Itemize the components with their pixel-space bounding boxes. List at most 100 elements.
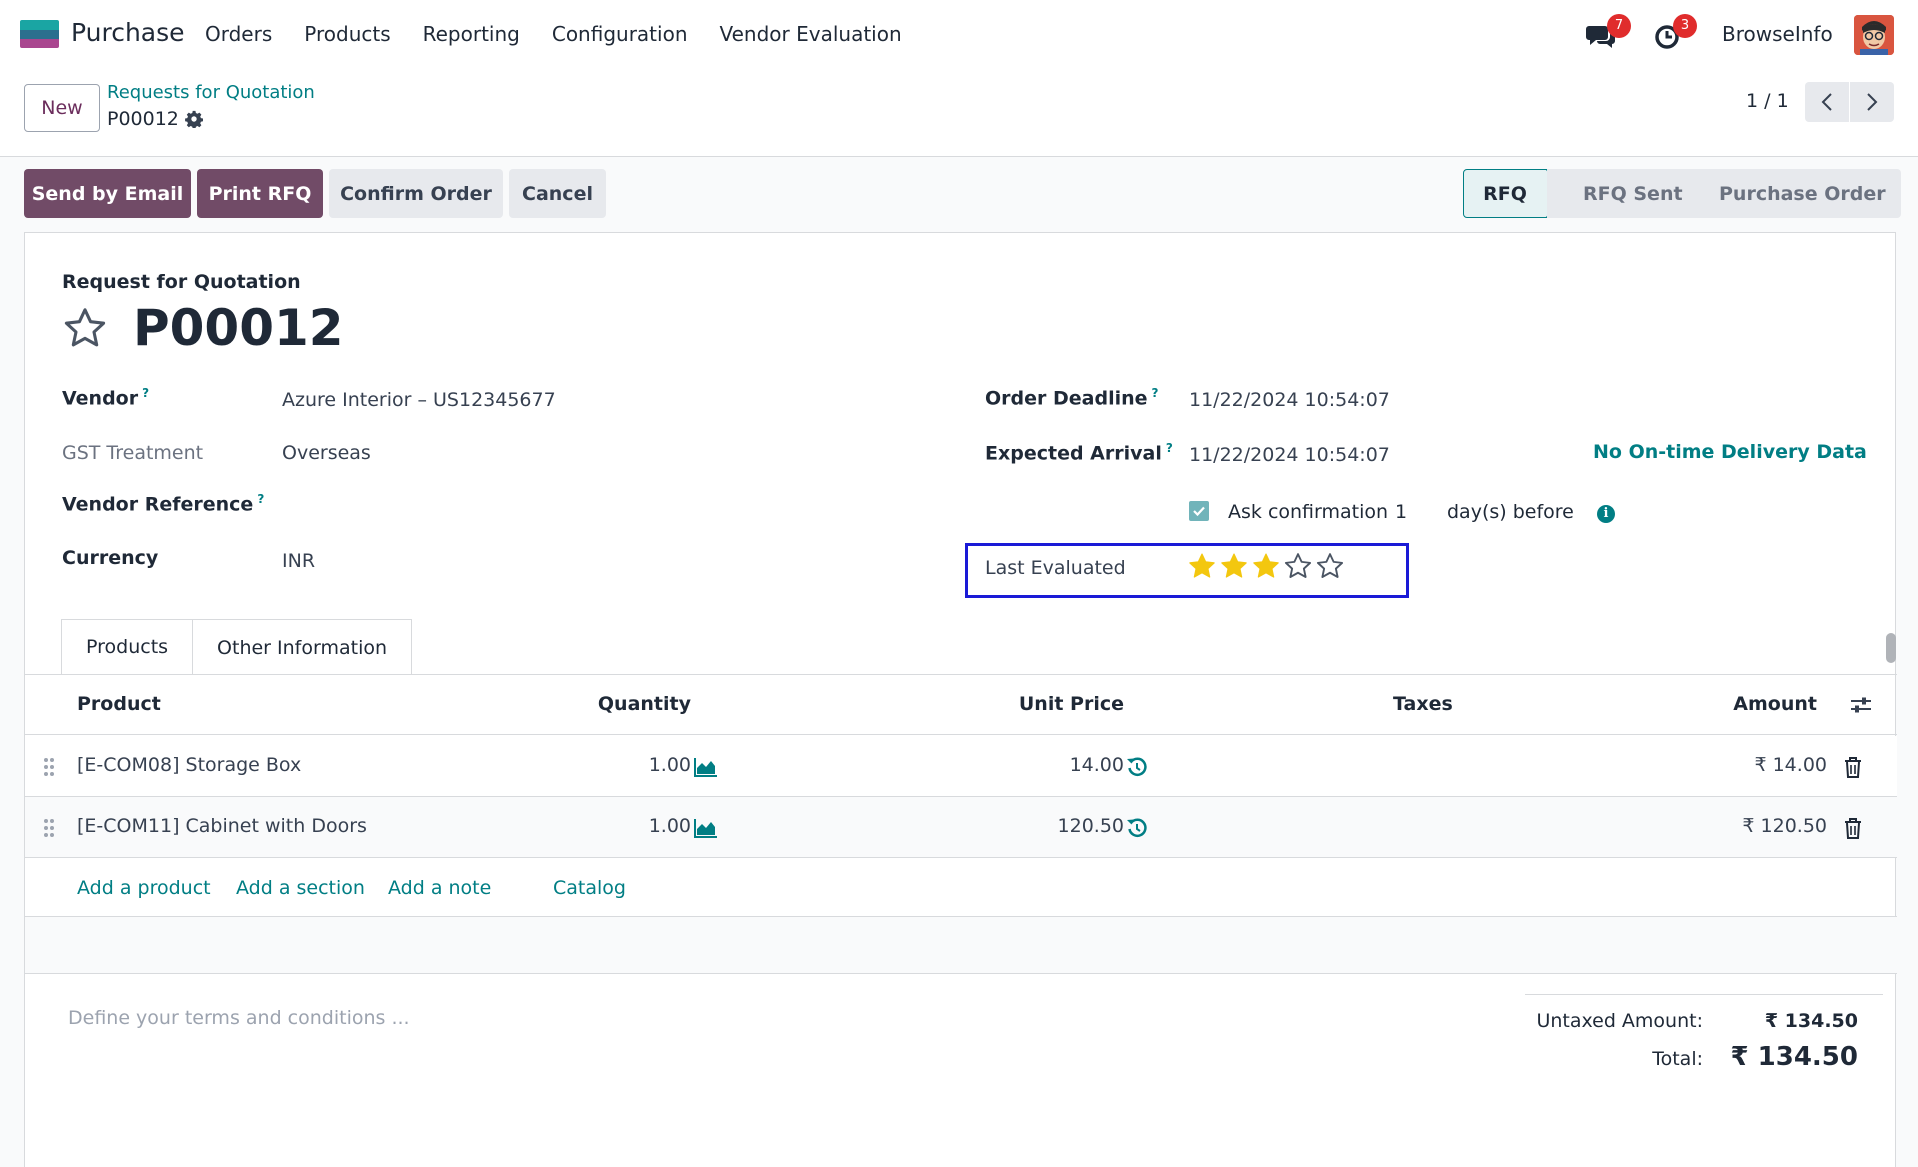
column-quantity[interactable]: Quantity [598, 693, 691, 715]
rating-widget[interactable] [1187, 551, 1345, 581]
expected-arrival-field[interactable]: 11/22/2024 10:54:07 [1189, 444, 1390, 466]
column-product[interactable]: Product [77, 693, 161, 715]
history-revert-icon[interactable] [1126, 817, 1148, 839]
order-deadline-help-tooltip[interactable]: ? [1152, 386, 1159, 400]
line-unit-price[interactable]: 120.50 [1058, 815, 1124, 837]
untaxed-amount-label: Untaxed Amount: [1536, 1010, 1703, 1032]
vendor-reference-field[interactable] [282, 487, 702, 521]
menu-configuration[interactable]: Configuration [552, 22, 688, 46]
company-switcher[interactable]: BrowseInfo [1722, 22, 1833, 46]
order-deadline-field[interactable]: 11/22/2024 10:54:07 [1189, 389, 1390, 411]
line-product[interactable]: [E-COM11] Cabinet with Doors [77, 815, 367, 837]
vendor-reference-label: Vendor Reference? [62, 492, 264, 515]
chevron-left-icon [1821, 93, 1832, 111]
order-lines-header: Product Quantity Unit Price Taxes Amount [25, 675, 1897, 735]
breadcrumb-current: P00012 [107, 108, 179, 130]
history-revert-icon[interactable] [1126, 756, 1148, 778]
action-bar: Send by Email Print RFQ Confirm Order Ca… [0, 157, 1918, 232]
checkmark-icon [1193, 506, 1205, 517]
control-panel: New Requests for Quotation P00012 1 / 1 [0, 70, 1918, 157]
forecast-chart-icon[interactable] [693, 756, 719, 778]
new-button[interactable]: New [24, 84, 100, 132]
add-note-link[interactable]: Add a note [388, 877, 491, 899]
order-deadline-label: Order Deadline? [985, 386, 1158, 409]
star-filled-icon[interactable] [1187, 551, 1217, 581]
info-icon[interactable]: i [1597, 505, 1615, 523]
purchase-app-icon[interactable] [20, 20, 59, 48]
confirmation-days-field[interactable]: 1 [1395, 501, 1407, 523]
record-name[interactable]: P00012 [133, 299, 344, 357]
app-name[interactable]: Purchase [71, 18, 185, 47]
breadcrumb-parent[interactable]: Requests for Quotation [107, 82, 315, 103]
add-section-link[interactable]: Add a section [236, 877, 365, 899]
gst-treatment-label: GST Treatment [62, 442, 204, 464]
vendor-label: Vendor? [62, 386, 149, 409]
menu-vendor-evaluation[interactable]: Vendor Evaluation [720, 22, 902, 46]
terms-conditions-field[interactable]: Define your terms and conditions ... [68, 1007, 410, 1029]
column-unit-price[interactable]: Unit Price [1019, 693, 1124, 715]
gear-icon[interactable] [184, 110, 203, 128]
line-unit-price[interactable]: 14.00 [1070, 754, 1124, 776]
stage-rfq-sent[interactable]: RFQ Sent [1547, 169, 1687, 218]
table-row[interactable]: [E-COM08] Storage Box 1.00 14.00 ₹ 14.00 [25, 736, 1897, 797]
stage-purchase-order[interactable]: Purchase Order [1687, 169, 1901, 218]
menu-orders[interactable]: Orders [205, 22, 272, 46]
favorite-star-icon[interactable] [62, 305, 108, 351]
chat-badge: 7 [1607, 14, 1631, 38]
column-taxes[interactable]: Taxes [1393, 693, 1453, 715]
notebook-tabs: Products Other Information [61, 619, 413, 675]
cancel-button[interactable]: Cancel [509, 169, 606, 218]
forecast-chart-icon[interactable] [693, 817, 719, 839]
stage-rfq-sent-label: RFQ Sent [1583, 182, 1683, 205]
print-rfq-button[interactable]: Print RFQ [197, 169, 323, 218]
stage-rfq[interactable]: RFQ [1463, 169, 1547, 218]
vendor-reference-help-tooltip[interactable]: ? [257, 492, 264, 506]
ask-confirmation-checkbox[interactable] [1189, 501, 1209, 521]
line-quantity[interactable]: 1.00 [649, 754, 691, 776]
expected-arrival-label-text: Expected Arrival [985, 442, 1162, 465]
pager-next-button[interactable] [1850, 82, 1894, 122]
star-filled-icon[interactable] [1251, 551, 1281, 581]
pager-previous-button[interactable] [1805, 82, 1849, 122]
tab-products-label: Products [86, 636, 169, 658]
pager-value[interactable]: 1 / 1 [1746, 90, 1789, 112]
tab-products[interactable]: Products [61, 619, 194, 675]
tab-other-information[interactable]: Other Information [193, 619, 413, 675]
currency-label: Currency [62, 547, 159, 569]
expected-arrival-label: Expected Arrival? [985, 441, 1173, 464]
add-product-link[interactable]: Add a product [77, 877, 211, 899]
drag-handle-icon[interactable] [43, 818, 55, 838]
star-filled-icon[interactable] [1219, 551, 1249, 581]
line-quantity[interactable]: 1.00 [649, 815, 691, 837]
line-product[interactable]: [E-COM08] Storage Box [77, 754, 301, 776]
vendor-help-tooltip[interactable]: ? [142, 386, 149, 400]
menu-products[interactable]: Products [304, 22, 390, 46]
tab-other-information-label: Other Information [217, 636, 388, 659]
trash-icon[interactable] [1844, 756, 1862, 778]
currency-field[interactable]: INR [282, 550, 315, 572]
user-avatar[interactable] [1854, 15, 1894, 55]
optional-columns-icon[interactable] [1849, 693, 1873, 717]
days-before-label: day(s) before [1447, 501, 1574, 523]
expected-arrival-help-tooltip[interactable]: ? [1166, 441, 1173, 455]
send-by-email-button[interactable]: Send by Email [24, 169, 191, 218]
table-row[interactable]: [E-COM11] Cabinet with Doors 1.00 120.50… [25, 797, 1897, 858]
menu-reporting[interactable]: Reporting [423, 22, 520, 46]
main-menu: Orders Products Reporting Configuration … [205, 22, 934, 46]
on-time-delivery-link[interactable]: No On-time Delivery Data [1593, 441, 1867, 463]
star-empty-icon[interactable] [1283, 551, 1313, 581]
gst-treatment-field[interactable]: Overseas [282, 442, 371, 464]
add-line-controls: Add a product Add a section Add a note C… [25, 859, 1897, 917]
drag-handle-icon[interactable] [43, 757, 55, 777]
vendor-label-text: Vendor [62, 387, 139, 410]
scrollbar-thumb[interactable] [1886, 633, 1896, 663]
untaxed-amount-value: ₹ 134.50 [1764, 1010, 1858, 1032]
confirm-order-button[interactable]: Confirm Order [329, 169, 503, 218]
vendor-field[interactable]: Azure Interior – US12345677 [282, 389, 556, 411]
form-sheet: Request for Quotation P00012 Vendor? Azu… [24, 232, 1897, 1167]
trash-icon[interactable] [1844, 817, 1862, 839]
column-amount[interactable]: Amount [1733, 693, 1817, 715]
star-empty-icon[interactable] [1315, 551, 1345, 581]
catalog-link[interactable]: Catalog [553, 877, 626, 899]
line-amount: ₹ 120.50 [1742, 815, 1827, 837]
